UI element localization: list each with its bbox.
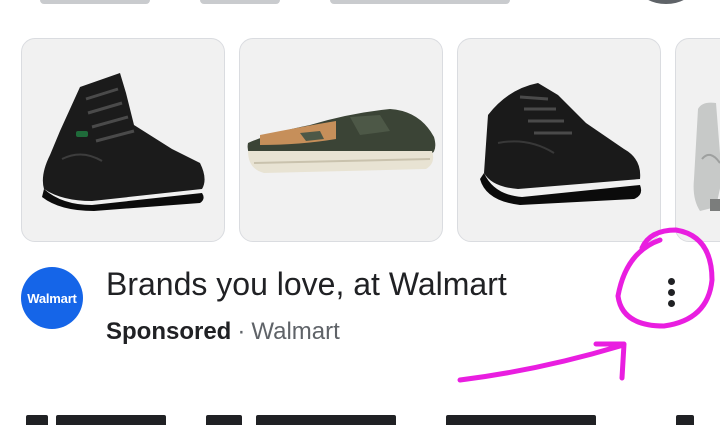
black-sneaker-image [480, 83, 642, 205]
product-card-gray-boot[interactable] [675, 38, 720, 242]
camo-shoe-image [247, 109, 436, 173]
product-carousel[interactable] [0, 38, 720, 244]
walmart-logo: Walmart [21, 267, 83, 329]
advertiser-name: Walmart [251, 318, 340, 345]
next-section-heading-fragment [26, 408, 716, 425]
black-boot-image [42, 73, 205, 211]
ad-headline[interactable]: Brands you love, at Walmart [106, 266, 507, 303]
ad-meta: Sponsored · Walmart [106, 318, 340, 346]
gray-boot-image [693, 102, 720, 211]
previous-section-fragment [0, 0, 720, 8]
product-card-camo-shoe[interactable] [239, 38, 443, 242]
sponsored-label: Sponsored [106, 318, 232, 345]
avatar-fragment [640, 0, 692, 4]
more-vert-icon[interactable] [654, 272, 688, 312]
product-card-black-sneaker[interactable] [457, 38, 661, 242]
product-card-black-boot[interactable] [21, 38, 225, 242]
meta-separator: · [237, 318, 246, 345]
sponsored-ad[interactable]: Walmart Brands you love, at Walmart Spon… [0, 260, 720, 360]
